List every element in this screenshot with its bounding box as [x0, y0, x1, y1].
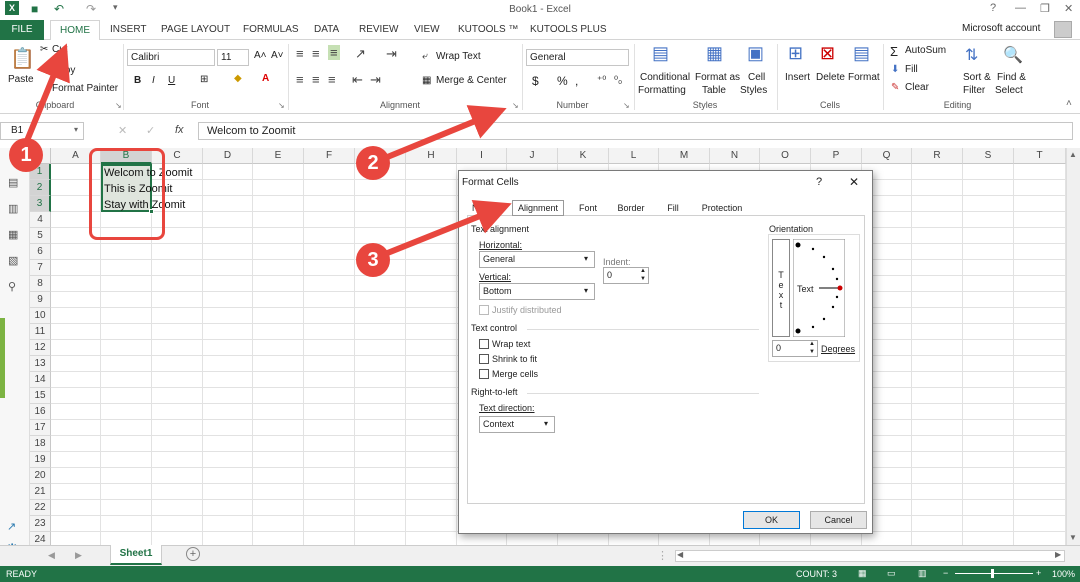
arrow-1 [21, 43, 70, 150]
annotation-badge-1: 1 [9, 138, 43, 172]
annotation-badge-3: 3 [356, 243, 390, 277]
annotation-badge-2: 2 [356, 146, 390, 180]
arrow-2 [383, 105, 507, 161]
annotation-arrows [21, 43, 512, 257]
arrow-3 [383, 199, 512, 257]
